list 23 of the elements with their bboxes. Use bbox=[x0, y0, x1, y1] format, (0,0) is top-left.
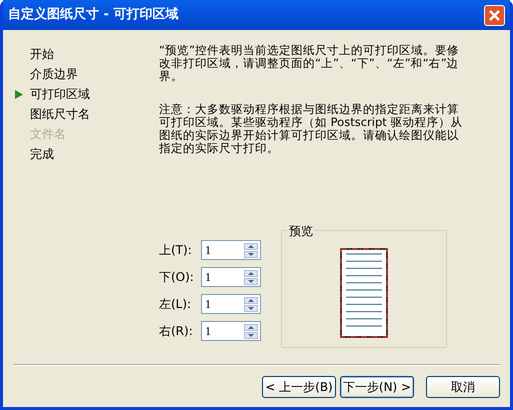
wizard-button[interactable]: 取消 bbox=[426, 376, 500, 398]
wizard-button[interactable]: 下一步(N) > bbox=[340, 376, 414, 398]
step-item: 可打印区域 bbox=[30, 86, 90, 103]
spin-field[interactable]: 1 bbox=[201, 321, 261, 341]
step-item: 完成 bbox=[30, 146, 54, 163]
step-item: 文件名 bbox=[30, 126, 66, 143]
step-item: 介质边界 bbox=[30, 66, 78, 83]
field-label: 右(R): bbox=[159, 323, 194, 340]
field-label: 上(T): bbox=[159, 242, 193, 259]
close-button[interactable] bbox=[484, 4, 505, 26]
description-text: “预览”控件表明当前选定图纸尺寸上的可打印区域。要修改非打印区域，请调整页面的“上”、“下”、“左”和“右”边界。 bbox=[159, 44, 460, 83]
spin-field[interactable]: 1 bbox=[201, 294, 261, 314]
window-title: 自定义图纸尺寸 - 可打印区域 bbox=[8, 6, 178, 24]
description-text: 注意：大多数驱动程序根据与图纸边界的指定距离来计算可打印区域。某些驱动程序（如 Postscript 驱动程序）从图纸的实际边界开始计算可打印区域。请确认绘图仪能以指定的实际尺寸打印。 bbox=[159, 103, 464, 155]
field-label: 左(L): bbox=[159, 296, 192, 313]
spin-field[interactable]: 1 bbox=[201, 240, 261, 260]
group-title: 预览 bbox=[288, 222, 314, 240]
step-item: 图纸尺寸名 bbox=[30, 106, 90, 123]
wizard-button[interactable]: < 上一步(B) bbox=[262, 376, 336, 398]
spin-field[interactable]: 1 bbox=[201, 267, 261, 287]
step-item: 开始 bbox=[30, 46, 54, 63]
close-icon bbox=[489, 10, 500, 20]
field-label: 下(O): bbox=[159, 269, 195, 286]
